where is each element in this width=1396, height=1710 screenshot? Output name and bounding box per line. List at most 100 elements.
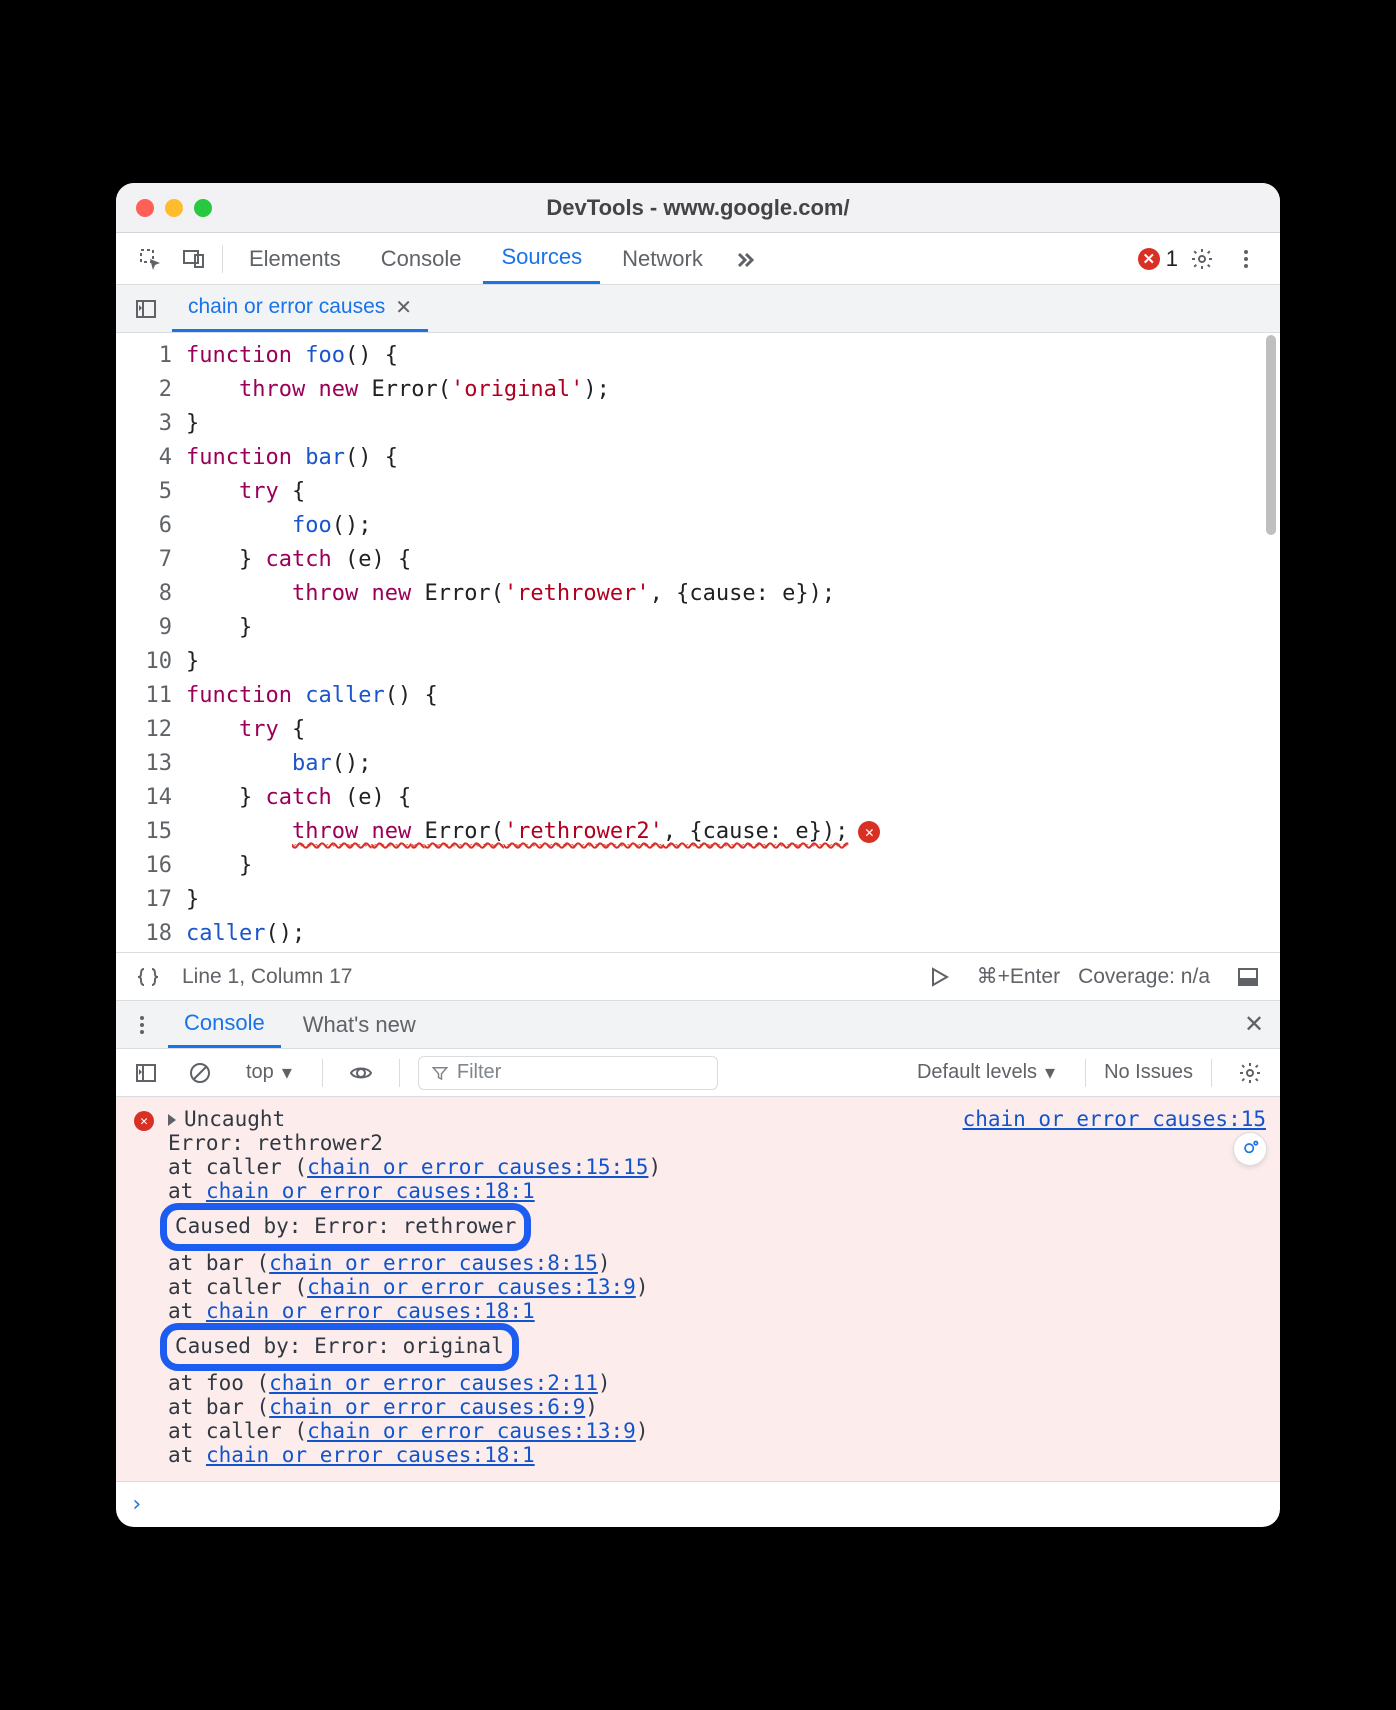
devtools-window: DevTools - www.google.com/ Elements Cons… [116, 183, 1280, 1527]
drawer-tablist: Console What's new ✕ [116, 1001, 1280, 1049]
code-line[interactable]: } catch (e) { [186, 781, 1280, 815]
pretty-print-icon[interactable] [128, 957, 168, 997]
code-line[interactable]: try { [186, 713, 1280, 747]
filter-icon [431, 1064, 449, 1082]
context-label: top [246, 1061, 274, 1084]
kebab-menu-icon[interactable] [1226, 239, 1266, 279]
drawer-tab-whatsnew[interactable]: What's new [287, 1001, 432, 1048]
file-tab[interactable]: chain or error causes ✕ [172, 285, 428, 332]
level-selector[interactable]: Default levels ▾ [905, 1056, 1067, 1090]
code-line[interactable]: bar(); [186, 747, 1280, 781]
code-line[interactable]: throw new Error('original'); [186, 373, 1280, 407]
tab-elements[interactable]: Elements [231, 233, 359, 284]
code-line[interactable]: throw new Error('rethrower2', {cause: e}… [186, 815, 1280, 849]
code-line[interactable]: function foo() { [186, 339, 1280, 373]
stack-line: at bar (chain or error causes:6:9) [130, 1395, 1266, 1419]
stack-line: at bar (chain or error causes:8:15) [130, 1251, 1266, 1275]
more-tabs-icon[interactable] [725, 239, 765, 279]
code-line[interactable]: function caller() { [186, 679, 1280, 713]
tab-network[interactable]: Network [604, 233, 721, 284]
dock-icon[interactable] [1228, 957, 1268, 997]
code-line[interactable]: } catch (e) { [186, 543, 1280, 577]
line-number: 5 [116, 475, 172, 509]
error-icon: ✕ [134, 1111, 154, 1131]
line-number: 1 [116, 339, 172, 373]
caused-by: Caused by: Error: rethrower [130, 1203, 1266, 1251]
line-number: 7 [116, 543, 172, 577]
stack-line: at caller (chain or error causes:13:9) [130, 1275, 1266, 1299]
close-icon[interactable] [136, 199, 154, 217]
titlebar: DevTools - www.google.com/ [116, 183, 1280, 233]
line-number: 11 [116, 679, 172, 713]
source-link[interactable]: chain or error causes:15:15 [307, 1155, 648, 1179]
line-number: 18 [116, 917, 172, 951]
source-link[interactable]: chain or error causes:13:9 [307, 1419, 636, 1443]
divider [322, 1059, 323, 1087]
level-label: Default levels [917, 1061, 1037, 1084]
source-link[interactable]: chain or error causes:13:9 [307, 1275, 636, 1299]
line-number: 2 [116, 373, 172, 407]
caused-by-highlight: Caused by: Error: original [160, 1323, 519, 1371]
stack-line: at chain or error causes:18:1 [130, 1299, 1266, 1323]
code-line[interactable]: } [186, 611, 1280, 645]
console-toolbar: top ▾ Filter Default levels ▾ No Issues [116, 1049, 1280, 1097]
error-name: Error: rethrower2 [130, 1131, 1266, 1155]
stack-line: at chain or error causes:18:1 [130, 1443, 1266, 1467]
issues-label[interactable]: No Issues [1104, 1061, 1193, 1084]
line-number: 12 [116, 713, 172, 747]
error-icon[interactable]: ✕ [858, 821, 880, 843]
console-prompt[interactable]: › [116, 1481, 1280, 1527]
drawer-tab-console[interactable]: Console [168, 1001, 281, 1048]
code-line[interactable]: throw new Error('rethrower', {cause: e})… [186, 577, 1280, 611]
code-editor[interactable]: 123456789101112131415161718 function foo… [116, 333, 1280, 953]
filter-placeholder: Filter [457, 1061, 501, 1084]
error-icon: ✕ [1138, 248, 1160, 270]
stack-line: at foo (chain or error causes:2:11) [130, 1371, 1266, 1395]
tab-sources[interactable]: Sources [483, 233, 600, 284]
device-toolbar-icon[interactable] [174, 239, 214, 279]
code-line[interactable]: foo(); [186, 509, 1280, 543]
console-sidebar-toggle-icon[interactable] [126, 1053, 166, 1093]
source-link[interactable]: chain or error causes:2:11 [269, 1371, 598, 1395]
context-selector[interactable]: top ▾ [234, 1056, 304, 1090]
run-hint: ⌘+Enter [977, 964, 1060, 989]
clear-console-icon[interactable] [180, 1053, 220, 1093]
maximize-icon[interactable] [194, 199, 212, 217]
live-expression-icon[interactable] [341, 1053, 381, 1093]
close-icon[interactable]: ✕ [395, 295, 412, 320]
editor-statusbar: Line 1, Column 17 ⌘+Enter Coverage: n/a [116, 953, 1280, 1001]
tab-console[interactable]: Console [363, 233, 480, 284]
close-icon[interactable]: ✕ [1234, 1005, 1274, 1045]
code-line[interactable]: try { [186, 475, 1280, 509]
stack-line: at caller (chain or error causes:15:15) [130, 1155, 1266, 1179]
code-line[interactable]: caller(); [186, 917, 1280, 951]
run-icon[interactable] [919, 957, 959, 997]
inspect-element-icon[interactable] [130, 239, 170, 279]
code-line[interactable]: } [186, 407, 1280, 441]
source-link[interactable]: chain or error causes:6:9 [269, 1395, 585, 1419]
window-controls [136, 199, 212, 217]
settings-icon[interactable] [1230, 1053, 1270, 1093]
kebab-menu-icon[interactable] [122, 1005, 162, 1045]
source-link[interactable]: chain or error causes:18:1 [206, 1179, 535, 1203]
line-number: 6 [116, 509, 172, 543]
line-number: 3 [116, 407, 172, 441]
filter-input[interactable]: Filter [418, 1056, 718, 1090]
error-count[interactable]: ✕ 1 [1138, 246, 1178, 272]
source-link[interactable]: chain or error causes:8:15 [269, 1251, 598, 1275]
line-gutter: 123456789101112131415161718 [116, 333, 186, 952]
code-area[interactable]: function foo() { throw new Error('origin… [186, 333, 1280, 952]
minimize-icon[interactable] [165, 199, 183, 217]
line-number: 10 [116, 645, 172, 679]
source-link[interactable]: chain or error causes:18:1 [206, 1443, 535, 1467]
code-line[interactable]: } [186, 849, 1280, 883]
navigator-toggle-icon[interactable] [126, 289, 166, 329]
code-line[interactable]: } [186, 645, 1280, 679]
code-line[interactable]: function bar() { [186, 441, 1280, 475]
line-number: 14 [116, 781, 172, 815]
settings-icon[interactable] [1182, 239, 1222, 279]
line-number: 4 [116, 441, 172, 475]
expand-icon[interactable] [168, 1114, 176, 1126]
code-line[interactable]: } [186, 883, 1280, 917]
source-link[interactable]: chain or error causes:18:1 [206, 1299, 535, 1323]
